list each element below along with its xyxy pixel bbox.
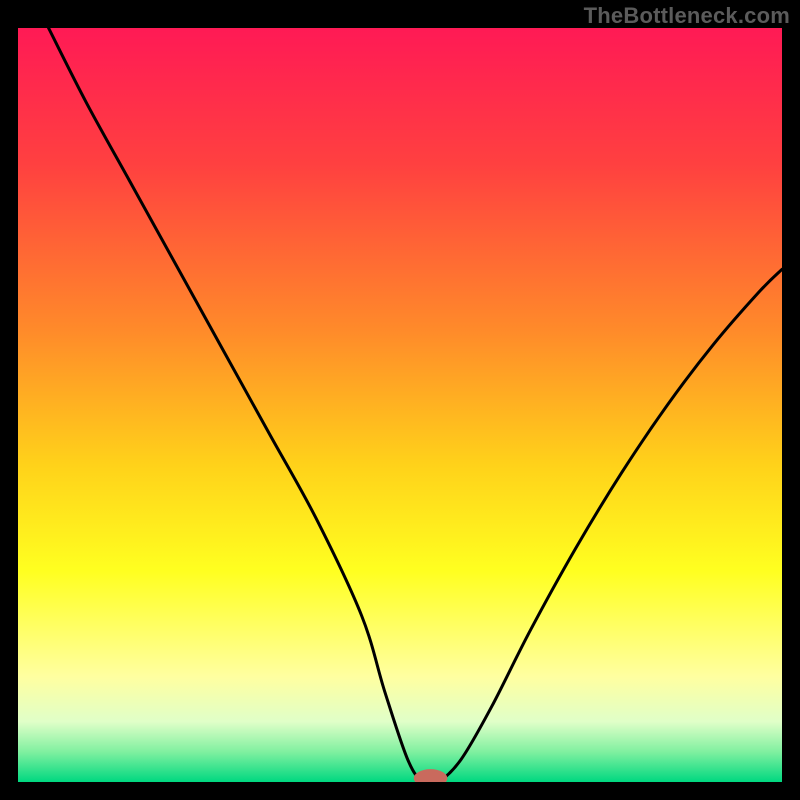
- bottleneck-chart: [18, 28, 782, 782]
- chart-frame: TheBottleneck.com: [0, 0, 800, 800]
- watermark-text: TheBottleneck.com: [584, 3, 790, 29]
- plot-area: [18, 28, 782, 782]
